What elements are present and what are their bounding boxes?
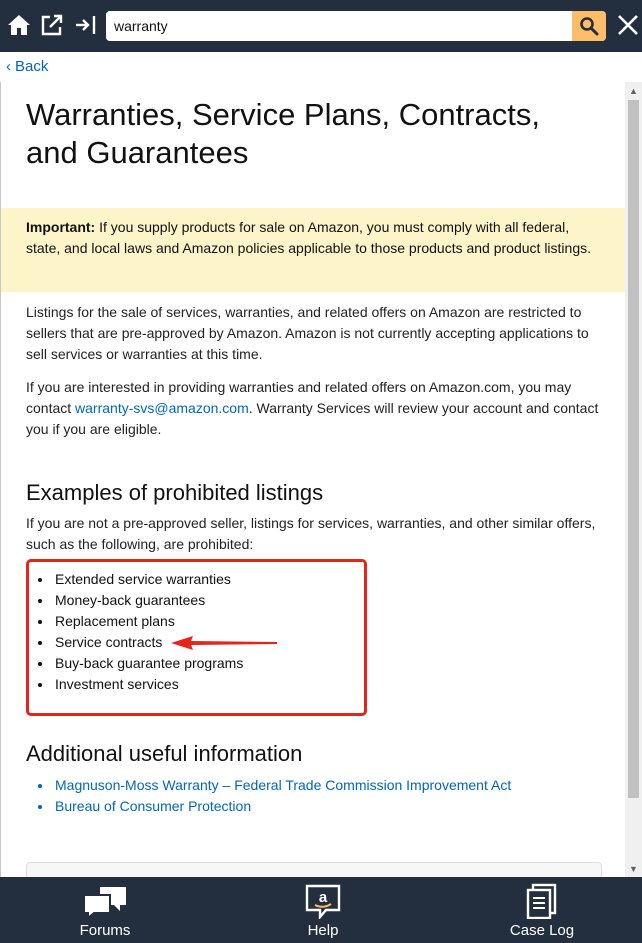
feedback-card: [26, 862, 602, 877]
help-icon: a: [304, 877, 342, 921]
scrollbar[interactable]: ▲ ▼: [625, 82, 642, 877]
svg-text:a: a: [319, 889, 328, 906]
forums-icon: [82, 877, 128, 921]
top-toolbar: [0, 0, 642, 52]
page-title: Warranties, Service Plans, Contracts, an…: [26, 97, 540, 170]
back-row: ‹ Back: [0, 52, 642, 82]
important-label: Important:: [26, 219, 96, 235]
collapse-panel-icon[interactable]: [72, 11, 100, 39]
nav-help[interactable]: a Help: [288, 877, 358, 943]
important-text: If you supply products for sale on Amazo…: [26, 219, 592, 256]
back-link[interactable]: ‹ Back: [6, 58, 48, 75]
close-icon[interactable]: [614, 11, 642, 39]
open-external-icon[interactable]: [38, 11, 66, 39]
contact-paragraph: If you are interested in providing warra…: [26, 377, 601, 440]
nav-help-label: Help: [307, 922, 339, 939]
chevron-left-icon: ‹: [6, 58, 11, 75]
search-input[interactable]: [106, 11, 572, 41]
scroll-up-icon[interactable]: ▲: [625, 82, 642, 99]
search-button[interactable]: [572, 11, 606, 41]
back-label: Back: [15, 58, 49, 75]
prohibited-heading: Examples of prohibited listings: [26, 480, 324, 505]
case-log-icon: [525, 877, 559, 921]
home-icon[interactable]: [5, 11, 33, 39]
scrollbar-thumb[interactable]: [628, 100, 639, 798]
article: Warranties, Service Plans, Contracts, an…: [1, 82, 625, 877]
help-content-frame: Warranties, Service Plans, Contracts, an…: [0, 82, 642, 877]
link-magnuson-moss[interactable]: Magnuson-Moss Warranty – Federal Trade C…: [37, 775, 511, 796]
restriction-paragraph: Listings for the sale of services, warra…: [26, 304, 589, 362]
search-icon: [580, 17, 599, 36]
useful-links-list: Magnuson-Moss Warranty – Federal Trade C…: [26, 775, 511, 817]
nav-case-log[interactable]: Case Log: [502, 877, 582, 943]
bottom-nav: Forums a Help Case Log: [0, 877, 642, 943]
important-notice: Important: If you supply products for sa…: [1, 208, 625, 292]
additional-heading: Additional useful information: [26, 741, 303, 766]
search-box: [106, 11, 606, 41]
link-bureau-consumer-protection[interactable]: Bureau of Consumer Protection: [37, 796, 511, 817]
prohibited-intro: If you are not a pre-approved seller, li…: [26, 515, 596, 552]
scroll-down-icon[interactable]: ▼: [625, 860, 642, 877]
nav-case-log-label: Case Log: [509, 922, 575, 939]
annotation-arrow-icon: [171, 636, 277, 650]
warranty-email-link[interactable]: warranty-svs@amazon.com: [75, 400, 249, 416]
nav-forums[interactable]: Forums: [70, 877, 140, 943]
nav-forums-label: Forums: [79, 922, 131, 939]
